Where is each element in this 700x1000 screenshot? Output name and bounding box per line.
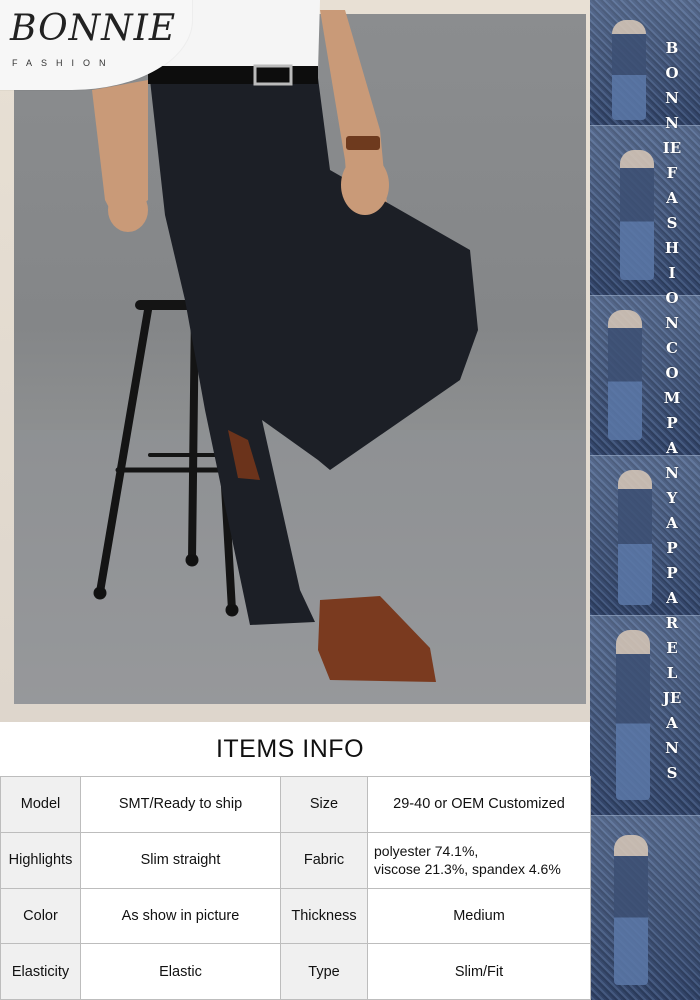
side-banner-text: BONNIE FASHION COMPANY APPAREL JEANS [662,39,682,782]
brand-name: BONNIE [10,8,177,49]
table-key: Size [280,776,368,833]
items-info: ITEMS INFO Model SMT/Ready to ship Size … [0,722,591,1000]
table-value: SMT/Ready to ship [80,776,281,833]
collage-panel [590,295,700,456]
watch-icon [346,136,380,150]
table-row: Color As show in picture Thickness Mediu… [0,887,591,945]
table-key: Model [0,776,81,833]
table-key: Thickness [280,887,368,945]
fabric-line-1: polyester 74.1%, [374,843,479,860]
model-figure [620,150,654,280]
table-value: Medium [367,887,591,945]
table-value-fabric: polyester 74.1%, viscose 21.3%, spandex … [367,831,591,889]
model-figure [608,310,642,440]
right-hand [341,155,389,215]
table-row: Model SMT/Ready to ship Size 29-40 or OE… [0,776,591,833]
table-value: Slim/Fit [367,943,591,1000]
left-hand [108,188,148,232]
table-key: Fabric [280,831,368,889]
model-figure [614,835,648,985]
table-key: Elasticity [0,943,81,1000]
table-key: Highlights [0,831,81,889]
table-key: Color [0,887,81,945]
items-info-table: Model SMT/Ready to ship Size 29-40 or OE… [0,776,591,1000]
model-figure [612,20,646,120]
model-figure [618,470,652,605]
table-value: As show in picture [80,887,281,945]
table-row: Elasticity Elastic Type Slim/Fit [0,943,591,1000]
items-info-title: ITEMS INFO [215,735,365,763]
table-value: Slim straight [80,831,281,889]
floor [14,430,586,704]
model-figure [616,630,650,800]
table-row: Highlights Slim straight Fabric polyeste… [0,831,591,889]
product-photo: BONNIE FASHION [0,0,590,722]
table-key: Type [280,943,368,1000]
table-value: 29-40 or OEM Customized [367,776,591,833]
fabric-line-2: viscose 21.3%, spandex 4.6% [374,861,561,878]
table-value: Elastic [80,943,281,1000]
side-collage [590,0,700,1000]
brand-tagline: FASHION [12,58,115,68]
product-illustration [14,0,586,704]
